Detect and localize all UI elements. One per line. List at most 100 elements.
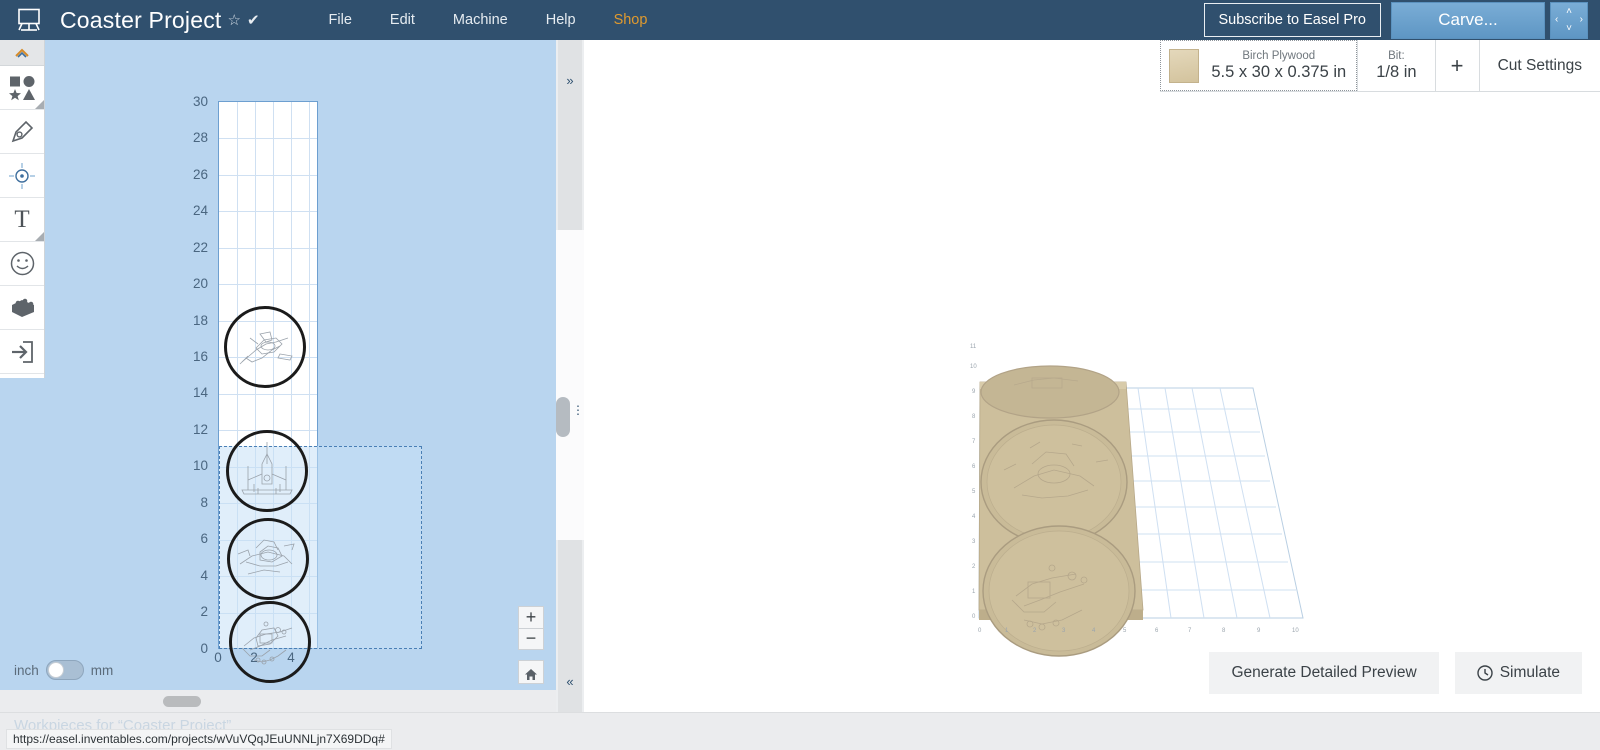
chevron-right-icon: » (566, 72, 574, 88)
zoom-home-button[interactable] (518, 660, 544, 684)
zoom-in-button[interactable]: + (518, 606, 544, 628)
svg-text:10: 10 (970, 364, 977, 370)
spaceship-line-art (237, 539, 295, 575)
expand-preview-button[interactable]: » (558, 40, 582, 230)
coaster-1[interactable] (224, 306, 306, 388)
unit-toggle[interactable]: inch mm (14, 660, 113, 680)
page-title[interactable]: Coaster Project (60, 7, 222, 34)
coaster-2[interactable] (226, 430, 308, 512)
preview-material-board (978, 365, 1144, 657)
y-tick-6: 6 (200, 531, 208, 546)
svg-text:7: 7 (1188, 628, 1192, 634)
chevron-left-icon: « (566, 673, 574, 689)
menu-item-machine[interactable]: Machine (442, 8, 519, 32)
bit-selector[interactable]: Bit: 1/8 in (1357, 40, 1434, 91)
y-tick-14: 14 (192, 385, 208, 400)
main-menu: File Edit Machine Help Shop (318, 8, 675, 32)
svg-text:9: 9 (972, 389, 976, 395)
y-tick-18: 18 (192, 313, 208, 328)
collapse-preview-button[interactable]: « (558, 540, 582, 712)
canvas-hscrollbar-thumb[interactable] (163, 696, 201, 707)
simulate-label: Simulate (1499, 664, 1560, 681)
carve-button[interactable]: Carve... (1391, 1, 1545, 39)
y-tick-8: 8 (200, 495, 208, 510)
preview-3d-panel[interactable]: 01 23 45 67 89 10 11 01 23 45 67 89 10 Ge… (584, 40, 1600, 712)
unit-label-mm: mm (90, 662, 114, 678)
x-tick-2: 2 (250, 650, 258, 665)
svg-text:5: 5 (972, 489, 976, 495)
sidebar-item-text[interactable]: T (0, 198, 44, 242)
material-name: Birch Plywood (1242, 50, 1316, 62)
home-icon (525, 668, 537, 680)
y-tick-4: 4 (200, 568, 208, 583)
center-target-icon (9, 162, 35, 189)
panel-divider[interactable]: » ⋮ « (556, 40, 584, 712)
toolbar-collapse-button[interactable] (0, 40, 44, 66)
menu-item-shop[interactable]: Shop (603, 8, 659, 32)
text-corner-fold (35, 232, 44, 241)
bit-label: Bit: (1388, 50, 1405, 62)
y-tick-30: 30 (192, 94, 208, 109)
divider-drag-handle[interactable] (556, 397, 570, 437)
add-bit-button[interactable]: + (1434, 40, 1479, 91)
svg-text:4: 4 (972, 514, 976, 520)
spaceship-line-art (239, 331, 293, 365)
design-canvas-panel[interactable]: 30 28 26 24 22 20 18 16 14 12 10 8 6 4 2… (0, 40, 556, 712)
jog-dpad-button[interactable]: ˄ ˅ ‹ › (1550, 1, 1588, 39)
easel-logo-icon[interactable] (14, 5, 44, 35)
menu-item-edit[interactable]: Edit (379, 8, 426, 32)
pen-tool-icon (11, 120, 34, 142)
svg-text:9: 9 (1257, 628, 1261, 634)
status-url: https://easel.inventables.com/projects/w… (6, 729, 392, 749)
y-tick-26: 26 (192, 167, 208, 182)
svg-text:3: 3 (972, 539, 976, 545)
dpad-left-icon: ‹ (1555, 14, 1559, 25)
canvas-hscrollbar[interactable] (0, 690, 556, 712)
menu-item-help[interactable]: Help (535, 8, 587, 32)
svg-text:6: 6 (1155, 628, 1159, 634)
y-tick-20: 20 (192, 276, 208, 291)
unit-label-inch: inch (14, 662, 39, 678)
chevron-up-icon (15, 48, 29, 58)
sidebar-item-pen[interactable] (0, 110, 44, 154)
y-tick-24: 24 (192, 203, 208, 218)
shapes-icon (9, 75, 35, 100)
clock-icon (1476, 665, 1493, 681)
material-selector[interactable]: Birch Plywood 5.5 x 30 x 0.375 in (1160, 40, 1358, 91)
sidebar-item-apps[interactable] (0, 286, 44, 330)
svg-text:8: 8 (1222, 628, 1226, 634)
unit-toggle-switch[interactable] (45, 660, 84, 680)
svg-text:6: 6 (972, 464, 976, 470)
coaster-3[interactable] (227, 518, 309, 600)
menu-item-file[interactable]: File (318, 8, 363, 32)
material-swatch (1169, 48, 1200, 83)
cut-settings-button[interactable]: Cut Settings (1478, 40, 1600, 91)
svg-text:2: 2 (972, 564, 976, 570)
app-header: Coaster Project ☆ ✔ File Edit Machine He… (0, 0, 1600, 40)
sidebar-item-center[interactable] (0, 154, 44, 198)
design-toolbar: T (0, 40, 45, 378)
brick-icon (12, 298, 34, 317)
subscribe-button[interactable]: Subscribe to Easel Pro (1203, 3, 1381, 37)
saved-check-icon: ✔ (246, 12, 260, 29)
x-wing-line-art (241, 442, 293, 495)
sidebar-item-import[interactable] (0, 330, 44, 374)
material-size: 5.5 x 30 x 0.375 in (1211, 63, 1347, 81)
divider-dots-icon[interactable]: ⋮ (572, 404, 584, 416)
zoom-out-button[interactable]: − (518, 628, 544, 650)
header-actions: Subscribe to Easel Pro Carve... ˄ ˅ ‹ › (1203, 0, 1593, 40)
svg-text:0: 0 (972, 614, 976, 620)
simulate-button[interactable]: Simulate (1454, 652, 1582, 694)
preview-3d-scene[interactable]: 01 23 45 67 89 1011 01 23 45 67 89 10 (584, 40, 1600, 712)
sidebar-item-shapes[interactable] (0, 66, 44, 110)
smiley-icon (10, 251, 34, 276)
favorite-star-icon[interactable]: ☆ (228, 11, 241, 29)
generate-detailed-preview-button[interactable]: Generate Detailed Preview (1209, 652, 1439, 694)
y-tick-22: 22 (192, 240, 208, 255)
sidebar-item-emoji[interactable] (0, 242, 44, 286)
y-tick-12: 12 (192, 422, 208, 437)
coaster-4[interactable] (229, 601, 311, 683)
dpad-up-icon: ˄ (1566, 5, 1572, 17)
bit-value: 1/8 in (1376, 63, 1417, 81)
svg-text:1: 1 (972, 589, 976, 595)
